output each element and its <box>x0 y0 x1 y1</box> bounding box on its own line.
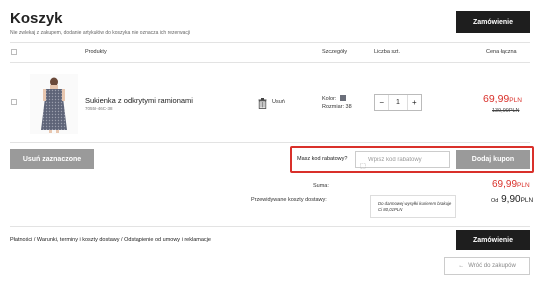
coupon-code-input[interactable] <box>355 151 450 168</box>
order-button-bottom[interactable]: Zamówienie <box>456 230 530 250</box>
decrease-quantity-button[interactable]: − <box>375 95 390 110</box>
quantity-value[interactable]: 1 <box>389 95 406 110</box>
shipping-currency: PLN <box>520 197 534 204</box>
quantity-stepper: − 1 + <box>374 94 422 111</box>
increase-quantity-button[interactable]: + <box>406 95 421 110</box>
item-old-price: 139,99PLN <box>492 108 520 114</box>
page-title: Koszyk <box>10 10 63 27</box>
product-name[interactable]: Sukienka z odkrytymi ramionami <box>85 96 193 105</box>
free-shipping-note: Do darmowej wysyłki kurierem brakuje Ci … <box>378 201 452 212</box>
back-to-shopping-label: Wróć do zakupów <box>468 263 516 269</box>
arrow-left-icon: ← <box>458 263 465 269</box>
divider <box>10 42 530 43</box>
cart-notice: Nie zwlekaj z zakupem, dodanie artykułów… <box>10 30 191 36</box>
shipping-cost-value: Od 9,90PLN <box>491 194 533 205</box>
color-label: Kolor: <box>322 96 337 102</box>
divider <box>10 62 530 63</box>
back-to-shopping-button[interactable]: ← Wróć do zakupów <box>444 257 530 275</box>
item-price-currency: PLN <box>509 97 522 104</box>
select-all-checkbox[interactable] <box>11 49 17 55</box>
order-button-top[interactable]: Zamówienie <box>456 11 530 33</box>
divider <box>10 142 530 143</box>
coupon-tag-icon <box>360 156 366 174</box>
sum-currency: PLN <box>517 182 530 189</box>
shipping-prefix: Od <box>491 198 499 204</box>
column-header-products: Produkty <box>85 49 107 55</box>
shipping-cost-label: Przewidywane koszty dostawy: <box>251 197 327 203</box>
add-coupon-button[interactable]: Dodaj kupon <box>456 150 530 169</box>
column-header-details: Szczegóły <box>322 49 348 55</box>
product-image[interactable] <box>30 74 78 134</box>
color-swatch <box>340 95 346 101</box>
divider <box>10 226 530 227</box>
column-header-quantity: Liczba szt. <box>374 49 400 55</box>
size-label: Rozmiar: 38 <box>322 104 352 110</box>
sum-label: Suma: <box>313 183 329 189</box>
footer-policy-links[interactable]: Płatności / Warunki, terminy i koszty do… <box>10 237 211 243</box>
remove-selected-button[interactable]: Usuń zaznaczone <box>10 149 94 169</box>
column-header-total: Cena łączna <box>486 49 517 55</box>
remove-item-link[interactable]: Usuń <box>272 99 285 105</box>
item-price-value: 69,99 <box>483 93 510 105</box>
trash-icon[interactable] <box>258 96 267 114</box>
sum-value: 69,99PLN <box>492 179 530 190</box>
item-price: 69,99PLN <box>483 93 522 105</box>
sum-amount: 69,99 <box>492 179 518 190</box>
coupon-question-label: Masz kod rabatowy? <box>297 156 348 162</box>
product-sku: 7055I-46C-38 <box>85 106 113 111</box>
item-checkbox[interactable] <box>11 99 17 105</box>
shipping-amount: 9,90 <box>501 194 521 205</box>
